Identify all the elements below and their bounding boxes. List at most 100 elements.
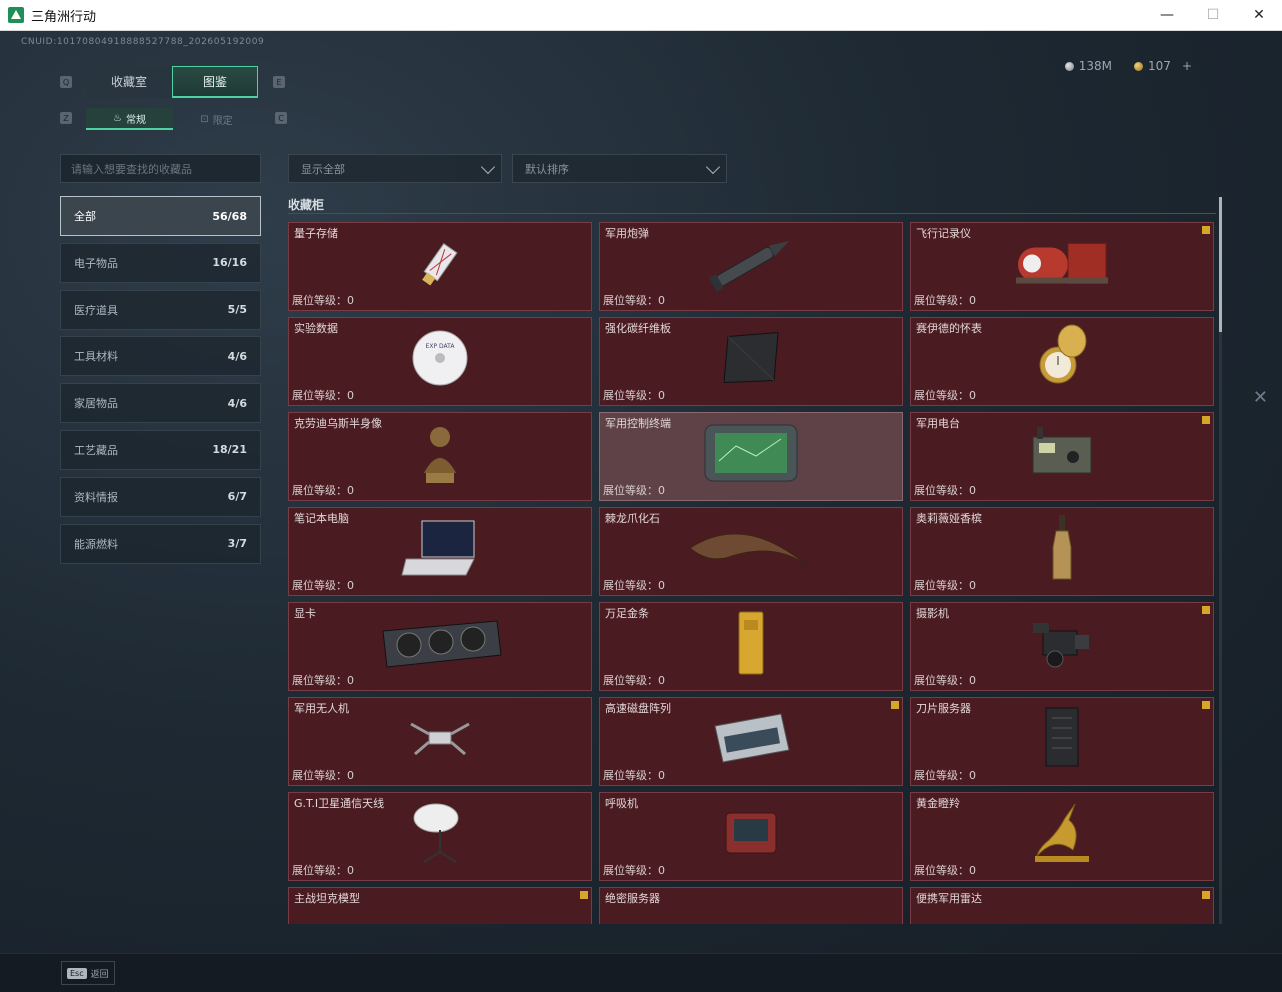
collection-grid: 量子存储 展位等级：0 军用炮弹 展位等级：0 飞行记录仪 展位等级：0 实验数据 EXP D… [288, 222, 1216, 924]
level-prefix: 展位等级： [914, 769, 969, 782]
collection-item-card[interactable]: 刀片服务器 展位等级：0 [910, 697, 1214, 786]
collection-item-card[interactable]: 主战坦克模型 [288, 887, 592, 924]
category-item[interactable]: 资料情报 6/7 [60, 476, 261, 517]
key-hint-z: Z [60, 112, 72, 124]
collection-item-card[interactable]: 量子存储 展位等级：0 [288, 222, 592, 311]
category-label: 能源燃料 [74, 537, 118, 551]
category-list: 全部 56/68 电子物品 16/16 医疗道具 5/5 工具材料 4/6 家居物品 4/… [60, 196, 261, 570]
item-level: 展位等级：0 [292, 387, 354, 403]
minimize-button[interactable]: — [1144, 0, 1190, 31]
category-item[interactable]: 工具材料 4/6 [60, 336, 261, 377]
silver-currency: 138M [1064, 59, 1112, 73]
section-title: 收藏柜 [288, 198, 325, 212]
maximize-button[interactable]: ☐ [1190, 0, 1236, 31]
collection-item-card[interactable]: 飞行记录仪 展位等级：0 [910, 222, 1214, 311]
collection-item-card[interactable]: 克劳迪乌斯半身像 展位等级：0 [288, 412, 592, 501]
key-hint-q: Q [60, 76, 72, 88]
collection-item-card[interactable]: 军用无人机 展位等级：0 [288, 697, 592, 786]
category-item[interactable]: 家居物品 4/6 [60, 383, 261, 424]
collection-item-card[interactable]: 实验数据 EXP DATA 展位等级：0 [288, 317, 592, 406]
item-name: 笔记本电脑 [294, 512, 349, 525]
level-prefix: 展位等级： [603, 389, 658, 402]
subtab-limited[interactable]: ⊡ 限定 [173, 108, 260, 130]
item-name: 赛伊德的怀表 [916, 322, 982, 335]
item-name: 刀片服务器 [916, 702, 971, 715]
subtab-limited-label: 限定 [212, 115, 233, 127]
collection-item-card[interactable]: G.T.I卫星通信天线 展位等级：0 [288, 792, 592, 881]
item-name: 实验数据 [294, 322, 338, 335]
item-level: 展位等级：0 [914, 482, 976, 498]
subtab-regular-label: 常规 [125, 114, 146, 126]
level-prefix: 展位等级： [914, 674, 969, 687]
tab-collection-room[interactable]: 收藏室 [86, 66, 172, 98]
collection-item-card[interactable]: 军用控制终端 展位等级：0 [599, 412, 903, 501]
item-name: 军用控制终端 [605, 417, 671, 430]
level-prefix: 展位等级： [292, 864, 347, 877]
category-label: 医疗道具 [74, 303, 118, 317]
collection-item-card[interactable]: 摄影机 展位等级：0 [910, 602, 1214, 691]
scrollbar[interactable] [1219, 197, 1222, 924]
gold-coin-icon [1134, 61, 1144, 71]
uid-label: CNUID:10170804918888527788_202605192009 [21, 37, 265, 47]
level-value: 0 [658, 864, 665, 877]
level-prefix: 展位等级： [603, 484, 658, 497]
usb-drive-icon [410, 233, 470, 297]
level-value: 0 [969, 579, 976, 592]
app-body: CNUID:10170804918888527788_202605192009 … [0, 31, 1282, 992]
gpu-icon [375, 613, 505, 677]
level-prefix: 展位等级： [292, 579, 347, 592]
collection-item-card[interactable]: 军用电台 展位等级：0 [910, 412, 1214, 501]
category-label: 工具材料 [74, 350, 118, 364]
tab-catalog[interactable]: 图鉴 [172, 66, 258, 98]
level-prefix: 展位等级： [914, 294, 969, 307]
category-item[interactable]: 工艺藏品 18/21 [60, 429, 261, 470]
category-item[interactable]: 电子物品 16/16 [60, 242, 261, 283]
pocket-watch-icon [1032, 323, 1092, 397]
search-input[interactable]: 请输入想要查找的收藏品 [60, 154, 261, 183]
decorative-x-icon: ✕ [1252, 387, 1268, 408]
collection-item-card[interactable]: 赛伊德的怀表 展位等级：0 [910, 317, 1214, 406]
collection-item-card[interactable]: 绝密服务器 [599, 887, 903, 924]
collection-item-card[interactable]: 高速磁盘阵列 展位等级：0 [599, 697, 903, 786]
item-name: 棘龙爪化石 [605, 512, 660, 525]
item-name: 黄金瞪羚 [916, 797, 960, 810]
satellite-dish-icon [410, 800, 470, 870]
new-flag-icon [1202, 701, 1210, 709]
collection-item-card[interactable]: 强化碳纤维板 展位等级：0 [599, 317, 903, 406]
subtab-regular[interactable]: ♨ 常规 [86, 108, 173, 130]
collection-item-card[interactable]: 黄金瞪羚 展位等级：0 [910, 792, 1214, 881]
currency-bar: 138M 107 + [1064, 59, 1192, 73]
category-label: 工艺藏品 [74, 443, 118, 457]
window-controls: — ☐ ✕ [1144, 0, 1282, 31]
collection-item-card[interactable]: 显卡 展位等级：0 [288, 602, 592, 691]
item-name: 便携军用雷达 [916, 892, 982, 905]
level-value: 0 [658, 294, 665, 307]
champagne-icon [1049, 513, 1075, 587]
level-value: 0 [347, 389, 354, 402]
category-label: 电子物品 [74, 256, 118, 270]
collection-item-card[interactable]: 便携军用雷达 [910, 887, 1214, 924]
collection-item-card[interactable]: 军用炮弹 展位等级：0 [599, 222, 903, 311]
level-value: 0 [969, 389, 976, 402]
show-filter-dropdown[interactable]: 显示全部 [288, 154, 502, 183]
close-button[interactable]: ✕ [1236, 0, 1282, 31]
category-item[interactable]: 能源燃料 3/7 [60, 523, 261, 564]
collection-item-card[interactable]: 笔记本电脑 展位等级：0 [288, 507, 592, 596]
category-item[interactable]: 医疗道具 5/5 [60, 289, 261, 330]
category-label: 家居物品 [74, 397, 118, 411]
collection-item-card[interactable]: 棘龙爪化石 展位等级：0 [599, 507, 903, 596]
sort-dropdown[interactable]: 默认排序 [512, 154, 727, 183]
scrollbar-thumb[interactable] [1219, 197, 1222, 332]
chevron-down-icon [705, 159, 721, 175]
add-currency-button[interactable]: + [1182, 59, 1192, 73]
level-value: 0 [658, 579, 665, 592]
category-item[interactable]: 全部 56/68 [60, 196, 261, 236]
collection-item-card[interactable]: 奥莉薇娅香槟 展位等级：0 [910, 507, 1214, 596]
back-button[interactable]: Esc 返回 [61, 961, 115, 985]
level-prefix: 展位等级： [603, 674, 658, 687]
level-prefix: 展位等级： [914, 389, 969, 402]
collection-item-card[interactable]: 呼吸机 展位等级：0 [599, 792, 903, 881]
collection-item-card[interactable]: 万足金条 展位等级：0 [599, 602, 903, 691]
category-label: 全部 [74, 210, 96, 223]
silver-coin-icon [1064, 61, 1074, 71]
